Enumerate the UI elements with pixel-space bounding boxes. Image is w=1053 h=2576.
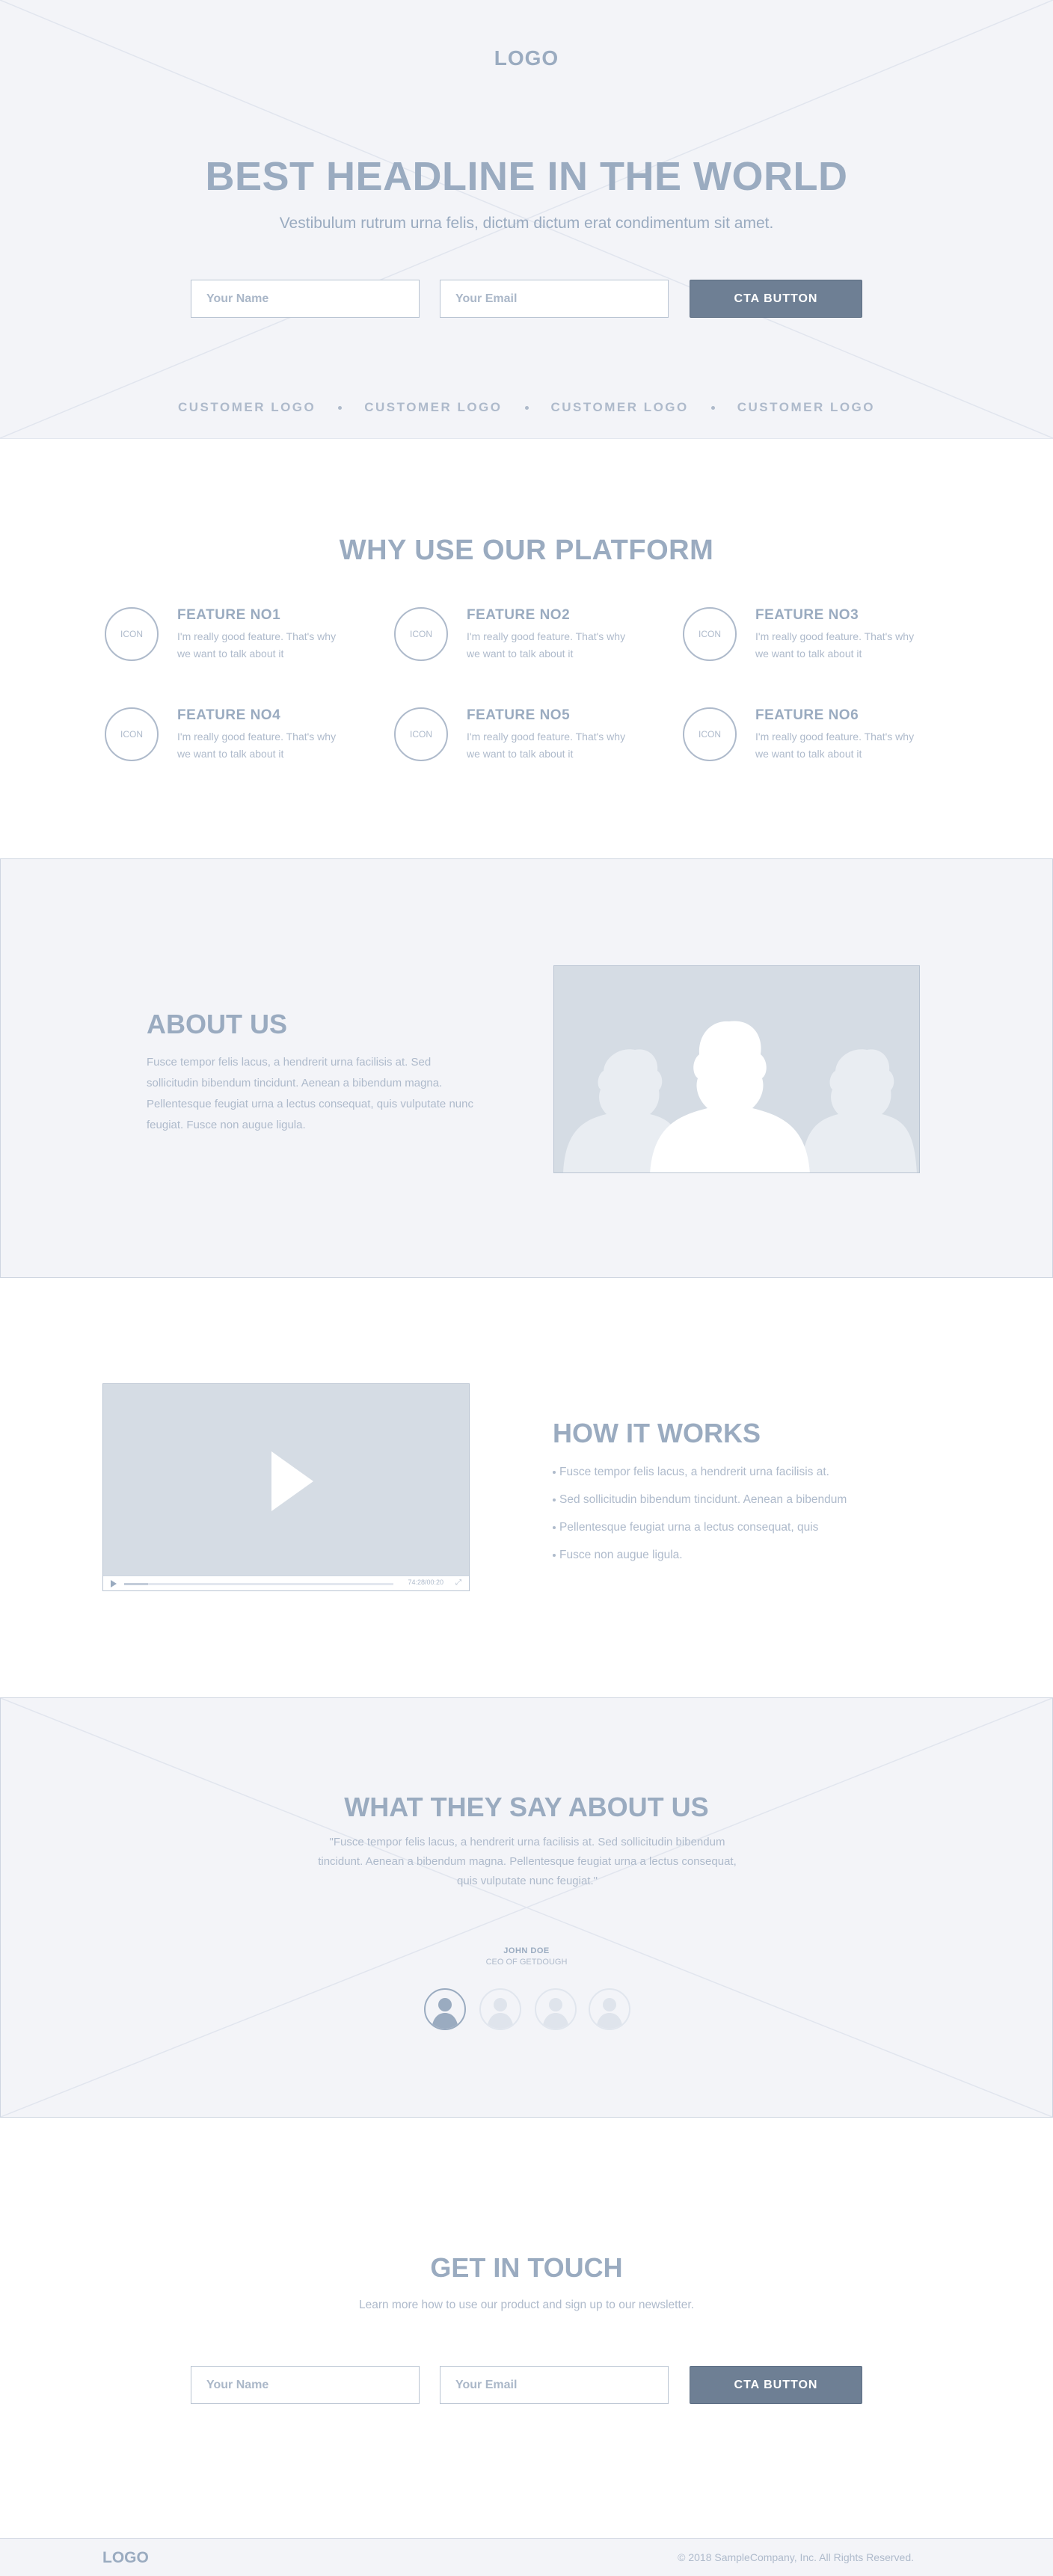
- feature-item: ICON FEATURE NO1 I'm really good feature…: [105, 607, 344, 667]
- user-icon: [596, 1998, 623, 2029]
- user-icon: [432, 1998, 458, 2029]
- list-item-text: Sed sollicitudin bibendum tincidunt. Aen…: [559, 1493, 847, 1506]
- bullet-icon: [553, 1498, 556, 1501]
- footer: LOGO © 2018 SampleCompany, Inc. All Righ…: [0, 2538, 1053, 2576]
- feature-item: ICON FEATURE NO2 I'm really good feature…: [394, 607, 633, 667]
- avatar[interactable]: [424, 1988, 466, 2030]
- testimonial-role: CEO OF GETDOUGH: [485, 1958, 568, 1967]
- feature-icon: ICON: [394, 707, 448, 761]
- feature-title: FEATURE NO5: [467, 707, 571, 723]
- avatar[interactable]: [589, 1988, 630, 2030]
- video-progress-fill: [124, 1583, 149, 1585]
- customer-logo: CUSTOMER LOGO: [550, 400, 689, 414]
- feature-description: I'm really good feature. That's why we w…: [177, 630, 337, 660]
- video-player[interactable]: 74:28/00:20 ⤢: [102, 1383, 470, 1591]
- testimonial-quote: "Fusce tempor felis lacus, a hendrerit u…: [318, 1836, 737, 1887]
- separator-dot: [524, 405, 529, 410]
- testimonials-section: WHAT THEY SAY ABOUT US "Fusce tempor fel…: [0, 1697, 1053, 2118]
- list-item: Sed sollicitudin bibendum tincidunt. Aen…: [553, 1493, 847, 1521]
- feature-item: ICON FEATURE NO4 I'm really good feature…: [105, 707, 344, 767]
- bullet-icon: [553, 1525, 556, 1529]
- people-silhouette-icon: [563, 1021, 917, 1172]
- hero-subheadline: Vestibulum rutrum urna felis, dictum dic…: [279, 215, 774, 232]
- hero-name-input[interactable]: [191, 280, 420, 318]
- testimonials-title: WHAT THEY SAY ABOUT US: [344, 1792, 709, 1822]
- video-controls: 74:28/00:20 ⤢: [103, 1576, 469, 1590]
- customer-logo: CUSTOMER LOGO: [178, 400, 316, 414]
- contact-subtitle: Learn more how to use our product and si…: [358, 2299, 695, 2311]
- contact-name-input[interactable]: [191, 2366, 420, 2404]
- feature-item: ICON FEATURE NO6 I'm really good feature…: [683, 707, 922, 767]
- feature-title: FEATURE NO4: [177, 707, 281, 723]
- feature-icon: ICON: [394, 607, 448, 661]
- feature-description: I'm really good feature. That's why we w…: [467, 630, 626, 660]
- testimonial-avatars: [424, 1988, 630, 2032]
- feature-icon: ICON: [105, 707, 159, 761]
- team-image-placeholder: [553, 965, 920, 1173]
- hero-cta-button[interactable]: CTA BUTTON: [690, 280, 862, 318]
- hero-email-input[interactable]: [440, 280, 669, 318]
- list-item: Pellentesque feugiat urna a lectus conse…: [553, 1521, 847, 1549]
- list-item-text: Fusce non augue ligula.: [559, 1549, 683, 1561]
- feature-description: I'm really good feature. That's why we w…: [467, 731, 626, 760]
- feature-icon: ICON: [105, 607, 159, 661]
- feature-title: FEATURE NO6: [755, 707, 859, 723]
- list-item-text: Pellentesque feugiat urna a lectus conse…: [559, 1521, 819, 1534]
- list-item-text: Fusce tempor felis lacus, a hendrerit ur…: [559, 1466, 829, 1478]
- landing-page: LOGO BEST HEADLINE IN THE WORLD Vestibul…: [0, 0, 1053, 2576]
- bullet-icon: [553, 1553, 556, 1557]
- about-text: Fusce tempor felis lacus, a hendrerit ur…: [147, 1056, 473, 1131]
- feature-title: FEATURE NO2: [467, 607, 571, 623]
- feature-item: ICON FEATURE NO5 I'm really good feature…: [394, 707, 633, 767]
- about-section: ABOUT US Fusce tempor felis lacus, a hen…: [0, 858, 1053, 1278]
- fullscreen-icon[interactable]: ⤢: [455, 1579, 461, 1587]
- separator-dot: [338, 405, 343, 410]
- footer-logo[interactable]: LOGO: [102, 2549, 149, 2567]
- how-it-works-title: HOW IT WORKS: [553, 1418, 761, 1448]
- feature-description: I'm really good feature. That's why we w…: [755, 630, 915, 660]
- feature-title: FEATURE NO3: [755, 607, 859, 623]
- how-it-works-list: Fusce tempor felis lacus, a hendrerit ur…: [553, 1466, 847, 1576]
- contact-cta-button[interactable]: CTA BUTTON: [690, 2366, 862, 2404]
- feature-description: I'm really good feature. That's why we w…: [177, 731, 337, 760]
- list-item: Fusce tempor felis lacus, a hendrerit ur…: [553, 1466, 847, 1493]
- hero-signup-form: CTA BUTTON: [191, 280, 862, 318]
- testimonial-author: JOHN DOE: [503, 1946, 550, 1955]
- customer-logo: CUSTOMER LOGO: [737, 400, 875, 414]
- hero-headline: BEST HEADLINE IN THE WORLD: [205, 154, 848, 199]
- separator-dot: [710, 405, 715, 410]
- testimonials-placeholder-cross: [1, 1698, 1052, 2117]
- feature-icon: ICON: [683, 607, 737, 661]
- customer-logo: CUSTOMER LOGO: [364, 400, 503, 414]
- contact-title: GET IN TOUCH: [430, 2252, 623, 2283]
- user-icon: [542, 1998, 569, 2029]
- feature-title: FEATURE NO1: [177, 607, 281, 623]
- avatar[interactable]: [479, 1988, 521, 2030]
- contact-email-input[interactable]: [440, 2366, 669, 2404]
- play-button-icon[interactable]: [111, 1580, 117, 1587]
- video-time: 74:28/00:20: [408, 1579, 443, 1586]
- feature-description: I'm really good feature. That's why we w…: [755, 731, 915, 760]
- features-title: WHY USE OUR PLATFORM: [339, 535, 714, 566]
- footer-copyright: © 2018 SampleCompany, Inc. All Rights Re…: [678, 2551, 914, 2563]
- hero-section: LOGO BEST HEADLINE IN THE WORLD Vestibul…: [0, 0, 1053, 439]
- play-icon[interactable]: [271, 1451, 313, 1511]
- feature-icon: ICON: [683, 707, 737, 761]
- header-logo[interactable]: LOGO: [0, 46, 1053, 70]
- contact-signup-form: CTA BUTTON: [191, 2366, 862, 2404]
- customer-logos-row: CUSTOMER LOGO CUSTOMER LOGO CUSTOMER LOG…: [0, 400, 1053, 415]
- bullet-icon: [553, 1470, 556, 1474]
- list-item: Fusce non augue ligula.: [553, 1549, 847, 1576]
- avatar[interactable]: [535, 1988, 577, 2030]
- about-title: ABOUT US: [147, 1009, 287, 1039]
- feature-item: ICON FEATURE NO3 I'm really good feature…: [683, 607, 922, 667]
- user-icon: [487, 1998, 514, 2029]
- video-progress-track[interactable]: [124, 1583, 393, 1585]
